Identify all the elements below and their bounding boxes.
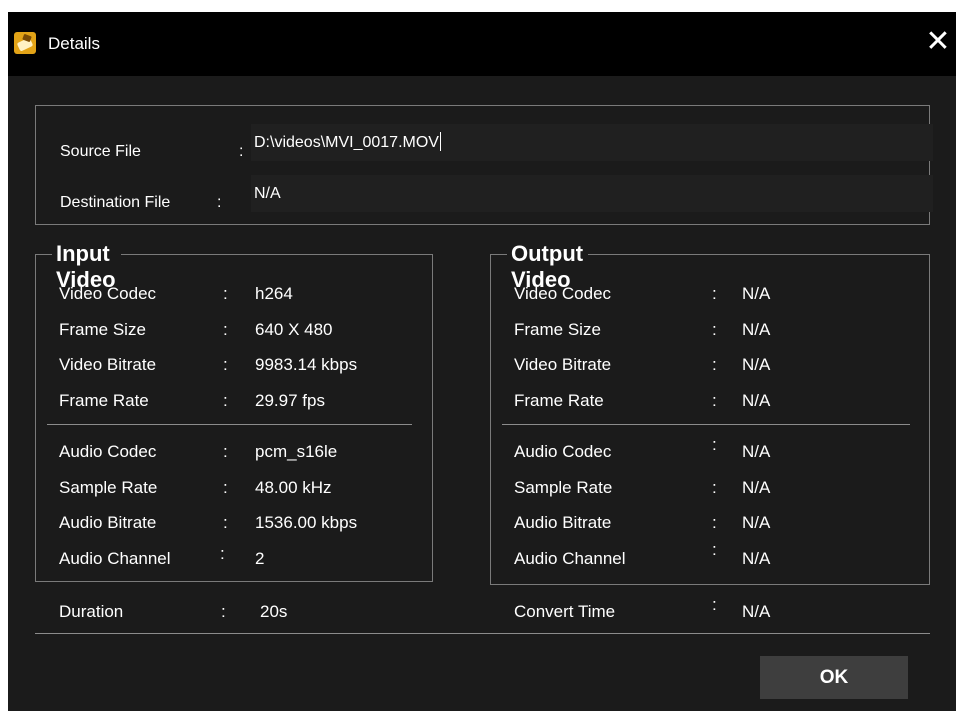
row-label: Audio Bitrate [514, 513, 612, 532]
row-colon: : [223, 320, 228, 339]
row-colon: : [223, 391, 228, 410]
row-label: Video Codec [514, 284, 612, 303]
row-label: Video Bitrate [514, 355, 612, 374]
row-value: N/A [742, 478, 771, 497]
row-label: Audio Codec [59, 442, 157, 461]
close-icon[interactable]: ✕ [924, 27, 952, 57]
input-section-divider [47, 424, 412, 425]
row-value: 29.97 fps [255, 391, 325, 410]
row-colon: : [220, 544, 225, 563]
row-colon: : [223, 478, 228, 497]
bottom-divider [35, 633, 930, 634]
row-colon: : [712, 478, 717, 497]
row-colon: : [223, 513, 228, 532]
row-label: Video Bitrate [59, 355, 157, 374]
row-value: pcm_s16le [255, 442, 338, 461]
source-file-label: Source File [60, 143, 141, 160]
source-file-colon: : [239, 143, 244, 160]
row-colon: : [712, 320, 717, 339]
duration-label: Duration [59, 602, 124, 621]
row-value: 1536.00 kbps [255, 513, 358, 532]
row-colon: : [712, 355, 717, 374]
convert-time-label: Convert Time [514, 602, 616, 621]
row-value: 2 [255, 549, 265, 568]
row-label: Audio Channel [514, 549, 626, 568]
row-label: Audio Channel [59, 549, 171, 568]
destination-file-value: N/A [254, 185, 281, 202]
row-label: Video Codec [59, 284, 157, 303]
text-cursor [439, 132, 441, 151]
row-value: N/A [742, 284, 771, 303]
source-file-value: D:\videos\MVI_0017.MOV [254, 134, 439, 151]
row-label: Frame Size [514, 320, 601, 339]
row-value: 48.00 kHz [255, 478, 332, 497]
row-value: 9983.14 kbps [255, 355, 358, 374]
row-colon: : [223, 355, 228, 374]
dialog-title: Details [48, 34, 100, 53]
row-value: N/A [742, 549, 771, 568]
row-colon: : [712, 513, 717, 532]
row-label: Frame Size [59, 320, 146, 339]
row-label: Audio Bitrate [59, 513, 157, 532]
row-colon: : [712, 540, 717, 559]
file-paths-panel: Source File : D:\videos\MVI_0017.MOV Des… [35, 105, 933, 225]
app-logo-icon [14, 32, 36, 54]
row-value: 640 X 480 [255, 320, 333, 339]
row-colon: : [223, 442, 228, 461]
row-label: Frame Rate [59, 391, 149, 410]
row-colon: : [712, 435, 717, 454]
title-bar[interactable]: Details ✕ [8, 12, 956, 76]
row-colon: : [712, 284, 717, 303]
source-file-field[interactable]: D:\videos\MVI_0017.MOV [251, 124, 933, 161]
row-value: N/A [742, 513, 771, 532]
row-label: Sample Rate [59, 478, 158, 497]
row-value: N/A [742, 442, 771, 461]
destination-file-label: Destination File [60, 194, 171, 211]
row-value: N/A [742, 391, 771, 410]
duration-value: 20s [260, 602, 288, 621]
row-label: Sample Rate [514, 478, 613, 497]
row-value: N/A [742, 320, 771, 339]
destination-file-field[interactable]: N/A [251, 175, 933, 212]
details-dialog: Details ✕ Source File : D:\videos\MVI_00… [8, 12, 956, 711]
row-value: N/A [742, 355, 771, 374]
output-section-divider [502, 424, 910, 425]
row-colon: : [221, 602, 226, 621]
row-colon: : [223, 284, 228, 303]
ok-button[interactable]: OK [760, 656, 908, 699]
convert-time-value: N/A [742, 602, 771, 621]
row-colon: : [712, 595, 717, 614]
row-colon: : [712, 391, 717, 410]
row-label: Audio Codec [514, 442, 612, 461]
destination-file-colon: : [217, 194, 222, 211]
row-value: h264 [255, 284, 293, 303]
row-label: Frame Rate [514, 391, 604, 410]
